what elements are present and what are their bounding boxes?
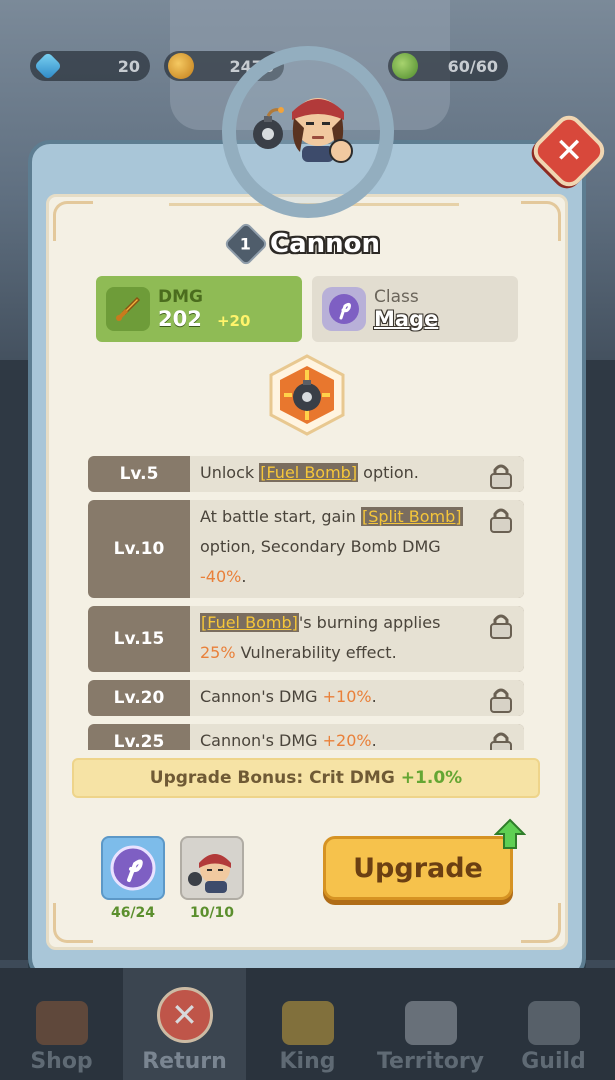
lock-icon [490,464,512,489]
class-value[interactable]: Mage [374,307,438,331]
dmg-label: DMG [158,287,203,307]
bomb-skill-icon [269,354,345,436]
nav-territory[interactable]: Territory [369,968,492,1080]
crown-icon [281,1001,334,1045]
level-description: [Fuel Bomb]'s burning applies 25% Vulner… [190,606,524,672]
desc-text: Unlock [200,463,260,482]
nav-return-label: Return [142,1049,227,1074]
mage-class-icon [322,287,366,331]
fuel-bomb-tag: [Fuel Bomb] [259,463,359,482]
level-description: At battle start, gain [Split Bomb] optio… [190,500,524,598]
upgrade-bonus-value: +1.0% [400,768,463,788]
desc-percent: +10% [322,687,372,706]
gem-counter: 20 [30,51,150,81]
shop-icon [35,1001,88,1045]
nav-guild[interactable]: Guild [492,968,615,1080]
upgrade-available-arrow-icon [494,818,526,849]
desc-text: At battle start, gain [200,507,361,526]
rarity-level: 1 [240,234,252,254]
level-tag: Lv.10 [113,539,165,559]
upgrade-button[interactable]: Upgrade [323,836,513,900]
level-row: Lv.25 Cannon's DMG +20%. [88,724,524,750]
dmg-stat-box: DMG 202 +20 [96,276,302,342]
nav-shop[interactable]: Shop [0,968,123,1080]
sword-icon [106,287,150,331]
level-tag: Lv.15 [113,629,165,649]
level-row: Lv.20 Cannon's DMG +10%. [88,680,524,716]
unit-name: Cannon [270,229,381,259]
level-row: Lv.10 At battle start, gain [Split Bomb]… [88,500,524,598]
corner-ornament [521,201,561,241]
fuel-bomb-tag: [Fuel Bomb] [200,613,299,632]
hero-shard-count: 10/10 [189,905,235,921]
desc-text: . [371,687,377,706]
level-unlock-list[interactable]: Lv.5 Unlock [Fuel Bomb] option. Lv.10 At… [88,456,524,750]
lock-icon [527,1001,580,1045]
desc-percent: +20% [322,731,372,750]
level-description: Cannon's DMG +10%. [190,680,524,716]
split-bomb-tag: [Split Bomb] [360,507,463,526]
level-row: Lv.15 [Fuel Bomb]'s burning applies 25% … [88,606,524,672]
class-label: Class [374,287,419,307]
lock-icon [490,508,512,533]
bomb-icon [253,107,284,149]
level-description: Cannon's DMG +20%. [190,724,524,750]
upgrade-bonus-label: Upgrade Bonus: Crit DMG [149,768,395,788]
nav-shop-label: Shop [30,1049,93,1074]
corner-ornament [53,201,93,241]
mage-material-card[interactable] [101,836,165,900]
nav-return[interactable]: ✕ Return [123,968,246,1080]
nav-king[interactable]: King [246,968,369,1080]
nav-territory-label: Territory [376,1049,485,1074]
close-icon: ✕ [554,131,584,171]
mage-material-count: 46/24 [110,905,156,921]
desc-text: option. [358,463,419,482]
rarity-badge: 1 [223,221,269,267]
level-tag: Lv.25 [113,732,165,750]
level-description: Unlock [Fuel Bomb] option. [190,456,524,492]
nav-king-label: King [279,1049,336,1074]
upgrade-bonus-bar: Upgrade Bonus: Crit DMG +1.0% [72,758,540,798]
lock-icon [490,732,512,750]
desc-text: Cannon's DMG [200,731,323,750]
lock-icon [490,614,512,639]
level-tag: Lv.5 [119,464,159,484]
gem-value: 20 [117,56,140,76]
corner-ornament [53,903,93,943]
coin-icon [168,53,194,79]
corner-ornament [521,903,561,943]
dmg-value: 202 [158,307,202,331]
castle-icon [404,1001,457,1045]
desc-text: Cannon's DMG [200,687,323,706]
dmg-bonus: +20 [216,312,251,330]
desc-percent: 25% [200,643,236,662]
hero-shard-card[interactable] [180,836,244,900]
desc-text: . [371,731,377,750]
stamina-icon [392,53,418,79]
class-stat-box[interactable]: Class Mage [312,276,518,342]
bottom-navigation: Shop ✕ Return King Territory Guild [0,968,615,1080]
unit-title: 1 Cannon [223,221,381,267]
level-tag: Lv.20 [113,688,165,708]
hero-fist-icon [329,139,353,163]
cannon-hero-shard-icon [188,854,231,893]
return-icon: ✕ [156,987,213,1043]
desc-percent: -40% [200,567,242,586]
desc-text: Vulnerability effect. [235,643,397,662]
desc-text: . [241,567,247,586]
nav-guild-label: Guild [521,1049,586,1074]
stamina-value: 60/60 [447,56,498,76]
mage-class-icon [110,845,156,891]
stamina-counter: 60/60 [388,51,508,81]
gem-icon [33,51,63,81]
level-row: Lv.5 Unlock [Fuel Bomb] option. [88,456,524,492]
lock-icon [490,688,512,713]
desc-text: option, Secondary Bomb DMG [200,537,441,556]
desc-text: 's burning applies [298,613,441,632]
